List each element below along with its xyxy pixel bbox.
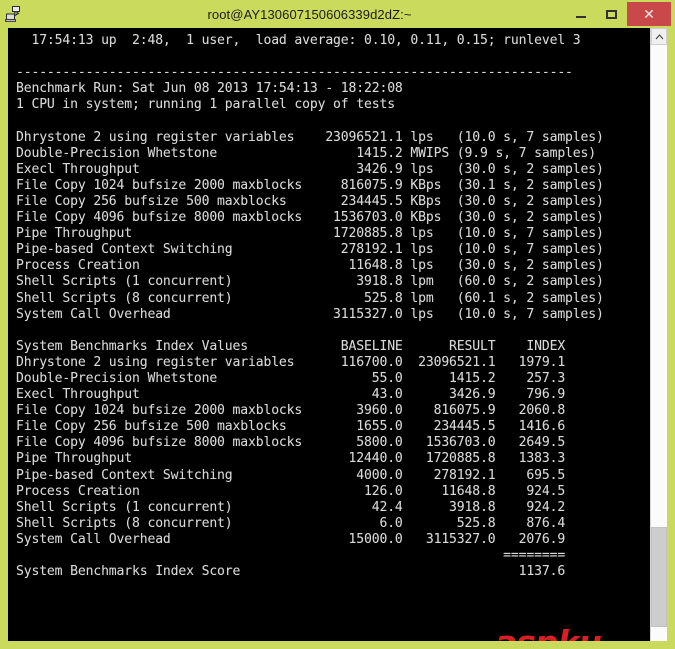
minimize-icon bbox=[575, 16, 586, 18]
maximize-icon bbox=[606, 9, 617, 19]
terminal-scrollbar[interactable] bbox=[650, 28, 667, 641]
chevron-up-icon bbox=[655, 33, 663, 39]
window-title: root@AY130607150606339d2dZ:~ bbox=[207, 6, 412, 22]
window-titlebar[interactable]: root@AY130607150606339d2dZ:~ ✕ bbox=[0, 0, 675, 28]
putty-window: root@AY130607150606339d2dZ:~ ✕ 17:54:13 … bbox=[0, 0, 675, 649]
maximize-button[interactable] bbox=[596, 2, 627, 26]
terminal-frame: 17:54:13 up 2:48, 1 user, load average: … bbox=[8, 28, 667, 641]
scrollbar-up-button[interactable] bbox=[651, 28, 667, 45]
scrollbar-track[interactable] bbox=[651, 45, 667, 641]
minimize-button[interactable] bbox=[565, 2, 596, 26]
scrollbar-thumb[interactable] bbox=[651, 527, 667, 627]
window-controls: ✕ bbox=[565, 0, 675, 28]
close-button[interactable]: ✕ bbox=[627, 2, 671, 26]
terminal-text: 17:54:13 up 2:48, 1 user, load average: … bbox=[16, 33, 604, 580]
terminal-output-area[interactable]: 17:54:13 up 2:48, 1 user, load average: … bbox=[8, 28, 650, 641]
putty-icon bbox=[0, 0, 28, 28]
